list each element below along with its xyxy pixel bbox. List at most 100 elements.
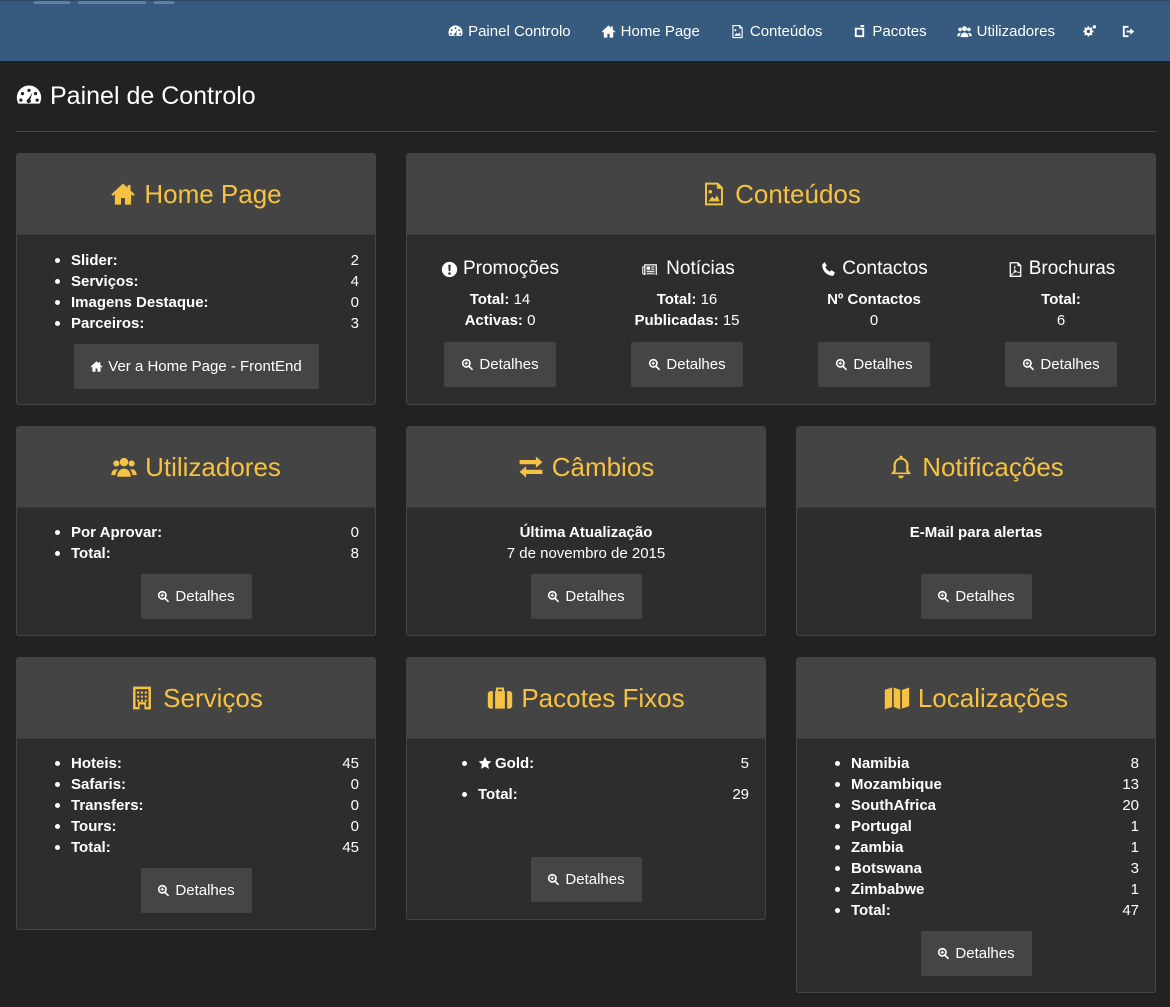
nav-item-utilizadores[interactable]: Utilizadores (942, 1, 1070, 62)
promocoes-stats: Total: 14 Activas: 0 (464, 291, 536, 329)
nav-item-label: Utilizadores (976, 23, 1055, 40)
list-item: Gold: 5 (462, 753, 749, 774)
sign-out-icon (1121, 24, 1136, 39)
exchange-icon (518, 454, 544, 480)
navbar-menu: Painel Controlo Home Page Conteúdos Paco… (433, 1, 1148, 62)
zoom-in-icon (461, 358, 474, 371)
nav-item-conteudos[interactable]: Conteúdos (715, 1, 838, 62)
zoom-in-icon (648, 358, 661, 371)
panel-title: Serviços (163, 682, 263, 713)
utilizadores-details-button[interactable]: Detalhes (140, 574, 252, 619)
home-icon (601, 24, 616, 39)
nav-item-label: Painel Controlo (468, 23, 571, 40)
nav-item-pacotes[interactable]: Pacotes (837, 1, 941, 62)
localizacoes-details-button[interactable]: Detalhes (920, 931, 1032, 976)
bell-icon (888, 454, 914, 480)
list-item: Total: 8 (55, 545, 359, 562)
noticias-section: Notícias Total: 16 Publicadas: 15 Detalh… (594, 235, 780, 387)
image-icon (730, 24, 745, 39)
building-icon (129, 685, 155, 711)
page-header: Painel de Controlo (16, 80, 1156, 132)
zoom-in-icon (937, 947, 950, 960)
contactos-title: Contactos (781, 257, 967, 281)
last-update-date: 7 de novembro de 2015 (506, 545, 666, 562)
notificacoes-details-button[interactable]: Detalhes (920, 574, 1032, 619)
list-item: Safaris: 0 (55, 776, 359, 793)
phone-icon (820, 261, 837, 278)
utilizadores-stats-list: Por Aprovar: 0 Total: 8 (33, 522, 359, 564)
panel-title: Conteúdos (735, 178, 861, 209)
zoom-in-icon (937, 590, 950, 603)
nav-item-home-page[interactable]: Home Page (586, 1, 715, 62)
panel-utilizadores: Utilizadores Por Aprovar: 0 Total: 8 Detal… (16, 426, 376, 636)
list-item: Total: 29 (462, 786, 749, 803)
panel-title: Pacotes Fixos (521, 682, 685, 713)
panel-home-page: Home Page Slider: 2 Serviços: 4 Imagens De… (16, 153, 376, 405)
home-icon (110, 181, 136, 207)
cambios-details-button[interactable]: Detalhes (530, 574, 642, 619)
panel-localizacoes: Localizações Namibia 8 Mozambique 13 South… (796, 657, 1156, 993)
localizacoes-stats-list: Namibia 8 Mozambique 13 SouthAfrica 20 Port… (813, 753, 1139, 921)
panel-heading: Notificações (797, 427, 1155, 508)
panel-heading: Home Page (17, 154, 375, 235)
list-item: Tours: 0 (55, 818, 359, 835)
zoom-in-icon (157, 884, 170, 897)
pacotes-details-button[interactable]: Detalhes (530, 857, 642, 902)
list-item: Serviços: 4 (55, 273, 359, 290)
panel-title: Câmbios (551, 451, 655, 482)
image-icon (701, 181, 727, 207)
noticias-title: Notícias (594, 257, 780, 281)
notificacoes-info: E-Mail para alertas (909, 524, 1043, 541)
zoom-in-icon (547, 590, 560, 603)
nav-item-label: Conteúdos (749, 23, 823, 40)
panel-servicos: Serviços Hoteis: 45 Safaris: 0 Transfers: 0… (16, 657, 376, 930)
logout-button[interactable] (1109, 1, 1148, 62)
promocoes-title: Promoções (407, 257, 593, 281)
list-item: Hoteis: 45 (55, 755, 359, 772)
contactos-details-button[interactable]: Detalhes (818, 342, 930, 387)
servicos-stats-list: Hoteis: 45 Safaris: 0 Transfers: 0 Tours: 0 … (33, 753, 359, 858)
page-title: Painel de Controlo (16, 80, 1156, 112)
panel-heading: Pacotes Fixos (407, 658, 765, 739)
panel-heading: Conteúdos (407, 154, 1155, 235)
list-item: Namibia 8 (835, 755, 1139, 772)
pacotes-stats-list: Gold: 5 Total: 29 (423, 753, 749, 805)
list-item: Zambia 1 (835, 839, 1139, 856)
view-frontend-button[interactable]: Ver a Home Page - FrontEnd (73, 344, 319, 389)
exclamation-circle-icon (441, 261, 458, 278)
panel-cambios: Câmbios Última Atualização 7 de novembro… (406, 426, 766, 636)
promocoes-section: Promoções Total: 14 Activas: 0 Detalhes (407, 235, 593, 387)
zoom-in-icon (1022, 358, 1035, 371)
newspaper-icon (639, 261, 661, 278)
nav-item-label: Pacotes (872, 23, 927, 40)
users-icon (957, 24, 972, 39)
contactos-section: Contactos Nº Contactos 0 Detalhes (781, 235, 967, 387)
panel-title: Localizações (917, 682, 1069, 713)
cambios-info: Última Atualização 7 de novembro de 2015 (423, 522, 749, 564)
zoom-in-icon (547, 873, 560, 886)
pdf-file-icon (1007, 261, 1024, 278)
servicos-details-button[interactable]: Detalhes (140, 868, 252, 913)
list-item: Slider: 2 (55, 252, 359, 269)
brochuras-details-button[interactable]: Detalhes (1005, 342, 1117, 387)
panel-heading: Localizações (797, 658, 1155, 739)
panel-heading: Utilizadores (17, 427, 375, 508)
list-item: Botswana 3 (835, 860, 1139, 877)
contactos-stats: Nº Contactos 0 (827, 291, 921, 329)
panel-title: Utilizadores (145, 451, 281, 482)
noticias-details-button[interactable]: Detalhes (631, 342, 743, 387)
button-label: Ver a Home Page - FrontEnd (108, 358, 302, 375)
panel-title: Notificações (922, 451, 1064, 482)
panel-title: Home Page (144, 178, 282, 209)
gears-icon (1082, 24, 1097, 39)
brochuras-section: Brochuras Total: 6 Detalhes (968, 235, 1154, 387)
settings-button[interactable] (1070, 1, 1109, 62)
home-stats-list: Slider: 2 Serviços: 4 Imagens Destaque: 0 P… (33, 250, 359, 334)
nav-item-painel-controlo[interactable]: Painel Controlo (433, 1, 586, 62)
list-item: Mozambique 13 (835, 776, 1139, 793)
promocoes-details-button[interactable]: Detalhes (444, 342, 556, 387)
panel-conteudos: Conteúdos Promoções Total: 14 Activas: 0… (406, 153, 1156, 405)
panel-heading: Câmbios (407, 427, 765, 508)
top-navbar: Painel Controlo Home Page Conteúdos Paco… (0, 0, 1170, 61)
panel-heading: Serviços (17, 658, 375, 739)
